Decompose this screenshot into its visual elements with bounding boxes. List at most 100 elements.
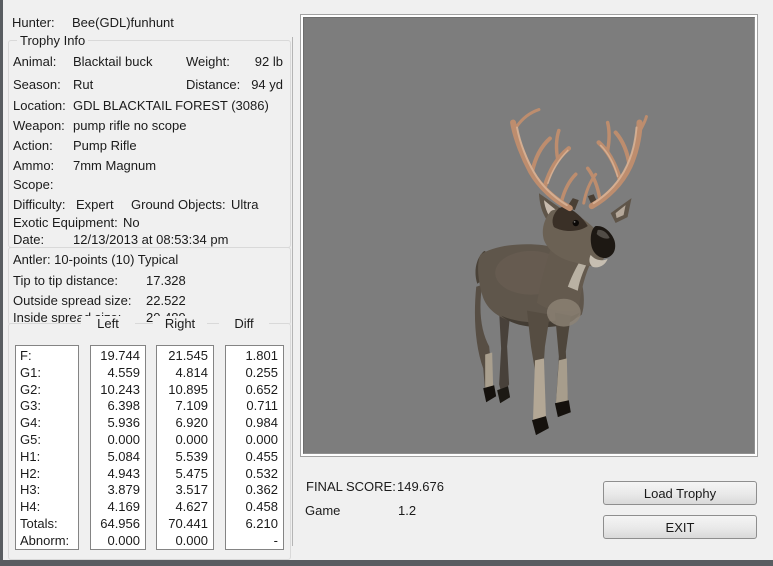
diff-value: 0.458	[245, 499, 278, 515]
right-values-list[interactable]: 21.545 4.814 10.895 7.109 6.920 0.000 5.…	[156, 345, 214, 550]
season-label: Season:	[13, 77, 61, 92]
diff-value: -	[273, 532, 278, 548]
difficulty-value: Expert	[76, 197, 114, 212]
location-label: Location:	[13, 98, 66, 113]
diff-value: 0.984	[245, 415, 278, 431]
diff-value: 1.801	[245, 348, 278, 363]
left-value: 0.000	[107, 431, 140, 447]
right-value: 6.920	[175, 415, 208, 431]
animal-label: Animal:	[13, 54, 57, 69]
column-header-left: Left	[81, 316, 135, 331]
right-value: 5.475	[175, 465, 208, 481]
measure-row-label-list[interactable]: F: G1: G2: G3: G4: G5: H1: H2: H3: H4: T…	[15, 345, 79, 550]
left-value: 5.084	[107, 448, 140, 464]
measure-row-label: H2:	[20, 465, 41, 481]
game-version-label: Game	[305, 503, 341, 518]
ammo-value: 7mm Magnum	[73, 158, 157, 173]
ammo-label: Ammo:	[13, 158, 55, 173]
window-frame-left	[0, 0, 3, 566]
panel-divider	[292, 37, 293, 546]
distance-label: Distance:	[186, 77, 241, 92]
left-value: 0.000	[107, 532, 140, 548]
tip-to-tip-label: Tip to tip distance:	[13, 273, 119, 288]
left-value: 5.936	[107, 415, 140, 431]
measure-row-label: H1:	[20, 448, 41, 464]
difficulty-label: Difficulty:	[13, 197, 66, 212]
date-value: 12/13/2013 at 08:53:34 pm	[73, 232, 229, 247]
antler-summary: Antler: 10-points (10) Typical	[13, 252, 179, 267]
diff-value: 0.455	[245, 448, 278, 464]
diff-value: 0.255	[245, 364, 278, 380]
right-value: 21.545	[168, 348, 208, 363]
weight-value: 92 lb	[254, 54, 283, 69]
season-value: Rut	[73, 77, 94, 92]
right-value: 5.539	[175, 448, 208, 464]
right-value: 7.109	[175, 398, 208, 414]
weight-label: Weight:	[186, 54, 230, 69]
diff-value: 6.210	[245, 515, 278, 531]
action-label: Action:	[13, 138, 53, 153]
left-values-list[interactable]: 19.744 4.559 10.243 6.398 5.936 0.000 5.…	[90, 345, 146, 550]
measure-row-label: G4:	[20, 415, 41, 431]
ground-objects-value: Ultra	[231, 197, 259, 212]
diff-value: 0.000	[245, 431, 278, 447]
left-value: 4.943	[107, 465, 140, 481]
diff-values-list[interactable]: 1.801 0.255 0.652 0.711 0.984 0.000 0.45…	[225, 345, 284, 550]
distance-value: 94 yd	[251, 77, 283, 92]
measurements-group: Left Right Diff F: G1: G2: G3: G4: G5: H…	[8, 316, 291, 560]
left-value: 4.559	[107, 364, 140, 380]
weapon-label: Weapon:	[13, 118, 65, 133]
window-frame-bottom	[0, 560, 773, 566]
trophy-info-group: Trophy Info Animal: Blacktail buck Weigh…	[8, 33, 291, 248]
date-label: Date:	[13, 232, 45, 247]
location-value: GDL BLACKTAIL FOREST (3086)	[73, 98, 269, 113]
load-trophy-button[interactable]: Load Trophy	[603, 481, 757, 505]
diff-value: 0.652	[245, 381, 278, 397]
weapon-value: pump rifle no scope	[73, 118, 187, 133]
left-value: 19.744	[100, 348, 140, 363]
trophy-viewer-frame	[300, 14, 758, 457]
measure-row-label: G1:	[20, 364, 41, 380]
diff-value: 0.362	[245, 482, 278, 498]
measure-row-label: H3:	[20, 482, 41, 498]
right-value: 4.814	[175, 364, 208, 380]
final-score-value: 149.676	[397, 479, 444, 494]
right-value: 3.517	[175, 482, 208, 498]
game-version-value: 1.2	[398, 503, 417, 518]
hunter-label: Hunter:	[12, 15, 55, 30]
trophy-info-title: Trophy Info	[17, 33, 89, 48]
scope-label: Scope:	[13, 177, 54, 192]
right-value: 0.000	[175, 431, 208, 447]
blacktail-buck-model	[474, 108, 648, 436]
right-value: 10.895	[168, 381, 208, 397]
left-value: 10.243	[100, 381, 140, 397]
trophy-viewer-3d[interactable]	[303, 17, 755, 454]
action-value: Pump Rifle	[73, 138, 137, 153]
measure-row-label: H4:	[20, 499, 41, 515]
measure-row-label: Abnorm:	[20, 532, 70, 548]
column-header-right: Right	[153, 316, 207, 331]
right-value: 70.441	[168, 515, 208, 531]
measure-row-label: Totals:	[20, 515, 58, 531]
trophy-window: Hunter: Bee(GDL)funhunt Trophy Info Anim…	[0, 0, 773, 566]
ground-objects-label: Ground Objects:	[131, 197, 226, 212]
exotic-equipment-value: No	[123, 215, 140, 230]
exit-button[interactable]: EXIT	[603, 515, 757, 539]
measure-row-label: F:	[20, 348, 32, 363]
hunter-value: Bee(GDL)funhunt	[72, 15, 174, 30]
left-value: 64.956	[100, 515, 140, 531]
right-value: 0.000	[175, 532, 208, 548]
outside-spread-label: Outside spread size:	[13, 293, 132, 308]
measure-row-label: G3:	[20, 398, 41, 414]
diff-value: 0.532	[245, 465, 278, 481]
left-value: 3.879	[107, 482, 140, 498]
exotic-equipment-label: Exotic Equipment:	[13, 215, 118, 230]
left-value: 4.169	[107, 499, 140, 515]
right-value: 4.627	[175, 499, 208, 515]
antler-info-group: Antler: 10-points (10) Typical Tip to ti…	[8, 247, 291, 325]
diff-value: 0.711	[246, 398, 278, 414]
measure-row-label: G5:	[20, 431, 41, 447]
tip-to-tip-value: 17.328	[146, 273, 186, 288]
final-score-label: FINAL SCORE:	[306, 479, 396, 494]
animal-value: Blacktail buck	[73, 54, 153, 69]
